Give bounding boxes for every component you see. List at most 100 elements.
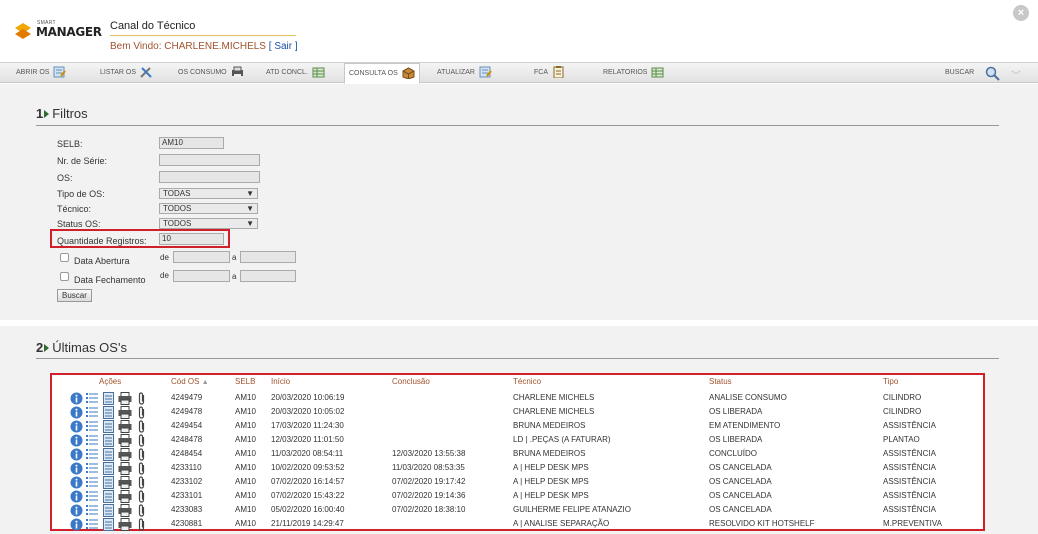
nav-atualizar[interactable]: ATUALIZAR xyxy=(437,63,492,83)
selb-input[interactable]: AM10 xyxy=(159,137,224,149)
info-icon[interactable] xyxy=(70,448,83,461)
status-os-select[interactable]: TODOS ▼ xyxy=(159,218,258,229)
quantidade-input[interactable]: 10 xyxy=(159,233,224,245)
list-icon[interactable] xyxy=(86,434,98,447)
info-icon[interactable] xyxy=(70,518,83,531)
info-icon[interactable] xyxy=(70,420,83,433)
info-icon[interactable] xyxy=(70,392,83,405)
serie-input[interactable] xyxy=(159,154,260,166)
document-icon[interactable] xyxy=(103,392,114,405)
attachment-icon[interactable] xyxy=(137,504,146,517)
list-icon[interactable] xyxy=(86,420,98,433)
info-icon[interactable] xyxy=(70,504,83,517)
column-header-selb[interactable]: SELB xyxy=(235,377,255,386)
document-icon[interactable] xyxy=(103,476,114,489)
abertura-de-input[interactable] xyxy=(173,251,230,263)
table-row[interactable]: 4249478 AM10 20/03/2020 10:05:02 CHARLENE M… xyxy=(52,405,983,419)
list-icon[interactable] xyxy=(86,476,98,489)
document-icon[interactable] xyxy=(103,462,114,475)
attachment-icon[interactable] xyxy=(137,434,146,447)
nav-abrir-os[interactable]: ABRIR OS xyxy=(16,63,67,83)
search-icon[interactable] xyxy=(985,66,1000,81)
document-icon[interactable] xyxy=(103,518,114,531)
attachment-icon[interactable] xyxy=(137,518,146,531)
list-icon[interactable] xyxy=(86,462,98,475)
abertura-ate-input[interactable] xyxy=(240,251,296,263)
info-icon[interactable] xyxy=(70,476,83,489)
document-icon[interactable] xyxy=(103,448,114,461)
column-header-conclusao[interactable]: Conclusão xyxy=(392,377,430,386)
cell-tecnico: A | HELP DESK MPS xyxy=(513,477,589,486)
smart-manager-logo[interactable]: SMART MANAGER xyxy=(12,18,102,48)
column-header-inicio[interactable]: Início xyxy=(271,377,290,386)
row-actions xyxy=(70,504,150,517)
table-row[interactable]: 4230881 AM10 21/11/2019 14:29:47 A | ANALIS… xyxy=(52,517,983,531)
nav-buscar-label[interactable]: BUSCAR xyxy=(945,63,974,83)
print-icon[interactable] xyxy=(118,420,132,433)
table-row[interactable]: 4233083 AM10 05/02/2020 16:00:40 07/02/2020… xyxy=(52,503,983,517)
column-header-cod-os[interactable]: Cód OS ▲ xyxy=(171,377,209,386)
document-icon[interactable] xyxy=(103,420,114,433)
attachment-icon[interactable] xyxy=(137,420,146,433)
table-row[interactable]: 4233110 AM10 10/02/2020 09:53:52 11/03/2020… xyxy=(52,461,983,475)
os-input[interactable] xyxy=(159,171,260,183)
document-icon[interactable] xyxy=(103,434,114,447)
attachment-icon[interactable] xyxy=(137,462,146,475)
attachment-icon[interactable] xyxy=(137,490,146,503)
nav-atd-concl[interactable]: ATD CONCL. xyxy=(266,63,325,83)
logout-link[interactable]: [ Sair ] xyxy=(269,41,298,52)
nav-consulta-os[interactable]: CONSULTA OS xyxy=(344,63,420,84)
attachment-icon[interactable] xyxy=(137,406,146,419)
print-icon[interactable] xyxy=(118,406,132,419)
list-icon[interactable] xyxy=(86,406,98,419)
data-fechamento-checkbox[interactable] xyxy=(60,272,69,281)
document-icon[interactable] xyxy=(103,504,114,517)
table-row[interactable]: 4233101 AM10 07/02/2020 15:43:22 07/02/2020… xyxy=(52,489,983,503)
column-header-status[interactable]: Status xyxy=(709,377,732,386)
info-icon[interactable] xyxy=(70,406,83,419)
list-icon[interactable] xyxy=(86,504,98,517)
close-icon[interactable]: × xyxy=(1013,5,1029,21)
print-icon[interactable] xyxy=(118,518,132,531)
column-header-tipo[interactable]: Tipo xyxy=(883,377,898,386)
fechamento-ate-input[interactable] xyxy=(240,270,296,282)
print-icon[interactable] xyxy=(118,462,132,475)
attachment-icon[interactable] xyxy=(137,392,146,405)
table-row[interactable]: 4248478 AM10 12/03/2020 11:01:50 LD | .PEÇA… xyxy=(52,433,983,447)
tecnico-select[interactable]: TODOS ▼ xyxy=(159,203,258,214)
buscar-button[interactable]: Buscar xyxy=(57,289,92,302)
print-icon[interactable] xyxy=(118,490,132,503)
table-row[interactable]: 4233102 AM10 07/02/2020 16:14:57 07/02/2020… xyxy=(52,475,983,489)
print-icon[interactable] xyxy=(118,476,132,489)
info-icon[interactable] xyxy=(70,462,83,475)
list-icon[interactable] xyxy=(86,392,98,405)
print-icon[interactable] xyxy=(118,504,132,517)
print-icon[interactable] xyxy=(118,448,132,461)
list-icon[interactable] xyxy=(86,448,98,461)
table-row[interactable]: 4248454 AM10 11/03/2020 08:54:11 12/03/2020… xyxy=(52,447,983,461)
nav-os-consumo[interactable]: OS CONSUMO xyxy=(178,63,244,83)
fechamento-de-input[interactable] xyxy=(173,270,230,282)
list-icon[interactable] xyxy=(86,490,98,503)
document-icon[interactable] xyxy=(103,406,114,419)
print-icon[interactable] xyxy=(118,392,132,405)
table-row[interactable]: 4249454 AM10 17/03/2020 11:24:30 BRUNA MEDE… xyxy=(52,419,983,433)
list-icon[interactable] xyxy=(86,518,98,531)
column-header-tecnico[interactable]: Técnico xyxy=(513,377,541,386)
print-icon[interactable] xyxy=(118,434,132,447)
tipo-os-select[interactable]: TODAS ▼ xyxy=(159,188,258,199)
nav-fca[interactable]: FCA xyxy=(534,63,565,83)
attachment-icon[interactable] xyxy=(137,448,146,461)
info-icon[interactable] xyxy=(70,490,83,503)
data-abertura-checkbox[interactable] xyxy=(60,253,69,262)
table-row[interactable]: 4249479 AM10 20/03/2020 10:06:19 CHARLENE M… xyxy=(52,391,983,405)
attachment-icon[interactable] xyxy=(137,476,146,489)
cell-inicio: 21/11/2019 14:29:47 xyxy=(271,519,344,528)
nav-listar-os[interactable]: LISTAR OS xyxy=(100,63,153,83)
cell-tipo: ASSISTÊNCIA xyxy=(883,421,936,430)
chevron-down-icon[interactable]: ﹀ xyxy=(1011,67,1023,82)
main-nav: ABRIR OS LISTAR OS OS CONSUMO ATD CONCL.… xyxy=(0,62,1038,84)
document-icon[interactable] xyxy=(103,490,114,503)
info-icon[interactable] xyxy=(70,434,83,447)
nav-relatorios[interactable]: RELATORIOS xyxy=(603,63,664,83)
